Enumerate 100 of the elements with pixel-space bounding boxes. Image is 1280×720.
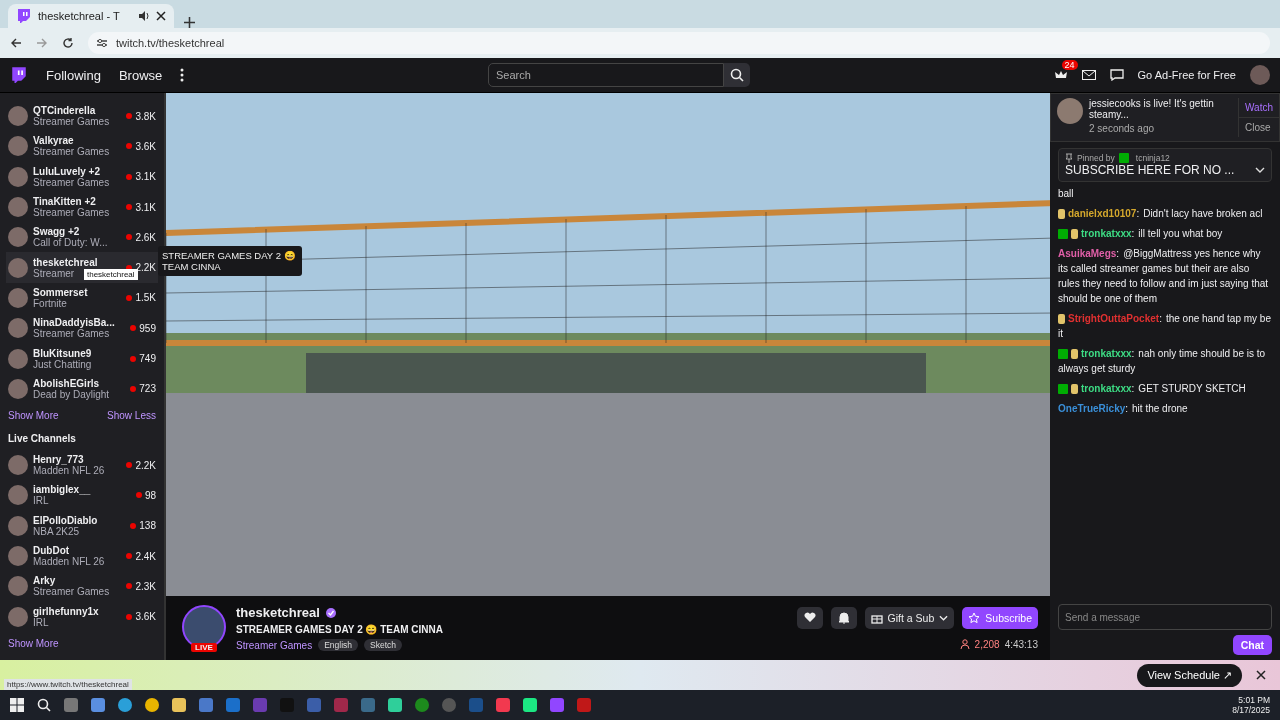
stream-title-tooltip: STREAMER GAMES DAY 2 😄 TEAM CINNA	[158, 246, 302, 277]
pinned-label: Pinned by	[1077, 153, 1115, 163]
notifications-button[interactable]	[830, 606, 857, 629]
show-less-link[interactable]: Show Less	[107, 409, 156, 421]
channel-item[interactable]: Sommerset Fortnite 1.5K	[6, 282, 158, 314]
section-heading: Live Channels	[7, 431, 77, 446]
pinned-text: SUBSCRIBE HERE FOR NO ...	[1065, 163, 1235, 177]
chat-message: OneTrueRicky: hit the drone	[1058, 402, 1189, 416]
app-icon[interactable]	[523, 698, 537, 712]
channel-avatar	[8, 455, 28, 476]
site-settings-icon[interactable]	[96, 37, 108, 49]
notification-count: 24	[1061, 60, 1078, 70]
forward-icon[interactable]	[36, 37, 48, 49]
address-bar[interactable]: twitch.tv/thesketchreal	[88, 32, 1270, 54]
clock-time: 5:01 PM	[1238, 695, 1270, 705]
chat-message: tronkatxxx: nah only time should be is to always get sturdy	[1058, 347, 1267, 376]
ad-free-link[interactable]: Go Ad-Free for Free	[1137, 69, 1236, 81]
status-url: https://www.twitch.tv/thesketchreal	[4, 679, 132, 690]
channel-avatar	[8, 576, 28, 597]
channel-item[interactable]: Valkyrae Streamer Games 3.6K	[6, 131, 158, 162]
channel-item[interactable]: Arky Streamer Games 2.3K	[6, 571, 158, 602]
gift-sub-button[interactable]: Gift a Sub	[864, 606, 955, 629]
tab-title: thesketchreal - T	[38, 10, 121, 22]
live-badge: LIVE	[191, 642, 217, 652]
subscribe-button[interactable]: Subscribe	[962, 606, 1038, 629]
search-button[interactable]	[723, 63, 750, 87]
close-link[interactable]: Close	[1239, 118, 1279, 137]
chat-message: ball	[1058, 187, 1075, 201]
channel-item[interactable]: LuluLuvely +2 Streamer Games 3.1K	[6, 161, 158, 192]
channel-item[interactable]: TinaKitten +2 Streamer Games 3.1K	[6, 191, 158, 223]
stream-title: STREAMER GAMES DAY 2 😄 TEAM CINNA	[236, 624, 444, 635]
close-icon[interactable]	[156, 11, 166, 21]
viewer-count: 2,208	[974, 638, 1000, 650]
follow-button[interactable]	[796, 606, 823, 629]
nav-link[interactable]: Browse	[118, 67, 163, 83]
search-icon[interactable]	[37, 698, 51, 712]
crown-icon[interactable]	[1053, 69, 1068, 81]
back-icon[interactable]	[10, 37, 22, 49]
heart-icon	[803, 612, 816, 623]
view-schedule-button[interactable]: View Schedule ↗	[1137, 663, 1242, 687]
channel-item[interactable]: NinaDaddyisBa... Streamer Games 959	[6, 313, 158, 344]
app-icon[interactable]	[388, 698, 402, 712]
verified-icon	[325, 607, 336, 618]
channel-item[interactable]: girlhefunny1x IRL 3.6K	[6, 601, 158, 632]
star-icon	[968, 611, 981, 624]
chat-message: danielxd10107: Didn't lacy have broken acl	[1058, 206, 1272, 221]
nav-link[interactable]: Following	[46, 67, 101, 83]
channel-item[interactable]: Henry_773 Madden NFL 26 2.2K	[6, 449, 158, 481]
close-icon[interactable]	[1256, 670, 1266, 680]
clock-date: 8/17/2025	[1232, 705, 1270, 715]
browser-tab[interactable]: thesketchreal - T	[8, 4, 174, 28]
user-avatar[interactable]	[1250, 65, 1270, 85]
pinned-message[interactable]: Pinned by tcninja12 SUBSCRIBE HERE FOR NO ...	[1058, 148, 1272, 182]
bell-icon	[837, 611, 850, 624]
channel-avatar	[8, 378, 28, 399]
pinned-by-user: tcninja12	[1135, 153, 1170, 163]
channel-item[interactable]: ElPolloDiablo NBA 2K25 138	[6, 510, 158, 541]
channel-avatar	[8, 287, 28, 308]
channel-item[interactable]: QTCinderella Streamer Games 3.8K	[6, 101, 158, 132]
channel-item[interactable]: iambiglex__ IRL 98	[6, 480, 158, 511]
channel-avatar	[8, 546, 28, 566]
app-icon[interactable]	[442, 698, 456, 712]
tag[interactable]: English	[318, 639, 359, 651]
chat-message: tronkatxxx: GET STURDY SKETCH	[1058, 381, 1272, 396]
url-text: twitch.tv/thesketchreal	[116, 37, 225, 49]
channel-item[interactable]: BluKitsune9 Just Chatting 749	[6, 343, 158, 374]
channel-avatar	[8, 136, 28, 157]
notification-text: jessiecooks is live! It's gettin steamy...	[1089, 98, 1215, 120]
viewers-icon	[959, 639, 970, 649]
category-link[interactable]: Streamer Games	[236, 639, 313, 651]
chat-message: tronkatxxx: ill tell you what boy	[1058, 226, 1272, 241]
streamer-avatar	[1057, 98, 1083, 124]
channel-item[interactable]: AbolishEGirls Dead by Daylight 723	[6, 373, 158, 404]
channel-avatar	[8, 106, 28, 127]
show-more-link[interactable]: Show More	[8, 637, 59, 649]
show-more-link[interactable]: Show More	[8, 409, 59, 421]
channel-avatar	[8, 197, 28, 218]
chat-input[interactable]: Send a message	[1058, 604, 1272, 630]
more-icon[interactable]	[180, 68, 185, 82]
tag[interactable]: Sketch	[364, 639, 403, 651]
channel-avatar	[8, 515, 28, 536]
search-field[interactable]: Search	[487, 63, 724, 87]
channel-name[interactable]: thesketchreal	[236, 605, 320, 620]
uptime: 4:43:13	[1004, 638, 1038, 650]
windows-start-icon[interactable]	[10, 698, 24, 712]
speaker-icon[interactable]	[138, 10, 150, 22]
pin-icon	[1065, 153, 1073, 163]
channel-item[interactable]: DubDot Madden NFL 26 2.4K	[6, 540, 158, 572]
chat-button[interactable]: Chat	[1232, 635, 1272, 655]
caret-icon	[939, 614, 949, 621]
moderator-badge-icon	[1118, 153, 1129, 163]
reload-icon[interactable]	[62, 37, 74, 49]
watch-link[interactable]: Watch	[1239, 98, 1279, 118]
channel-avatar	[8, 348, 28, 369]
tooltip: thesketchreal	[84, 269, 138, 281]
chat-bubble-icon[interactable]	[1109, 69, 1124, 81]
chevron-down-icon[interactable]	[1255, 167, 1265, 173]
new-tab-icon[interactable]	[184, 17, 195, 28]
channel-avatar	[8, 227, 28, 248]
notification-time: 2 seconds ago	[1089, 123, 1156, 134]
